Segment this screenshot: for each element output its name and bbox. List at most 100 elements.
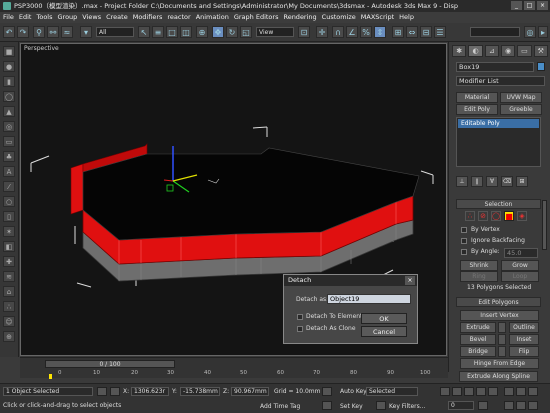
polygon-mode-icon[interactable]: ■	[504, 211, 514, 221]
hierarchy-tab-icon[interactable]: ⊿	[484, 45, 499, 57]
time-configuration-icon[interactable]	[478, 401, 488, 410]
bevel-settings-icon[interactable]	[498, 334, 506, 345]
by-angle-checkbox[interactable]	[461, 249, 467, 255]
select-and-move-icon[interactable]: ✥	[212, 26, 224, 38]
ignore-backfacing-checkbox[interactable]	[461, 238, 467, 244]
object-color-swatch[interactable]	[537, 62, 545, 71]
orbit-icon[interactable]	[528, 387, 538, 396]
set-key-icon[interactable]	[322, 401, 332, 410]
absolute-mode-icon[interactable]	[110, 387, 120, 396]
key-filters-icon[interactable]	[376, 401, 386, 410]
compound-icon[interactable]: ⊕	[3, 331, 15, 342]
menu-animation[interactable]: Animation	[196, 12, 229, 23]
quick-render-icon[interactable]: ▸	[538, 26, 548, 38]
cylinder-primitive-icon[interactable]: ▮	[3, 76, 15, 87]
add-time-tag[interactable]: Add Time Tag	[260, 403, 300, 410]
filter-icon[interactable]: ▾	[80, 26, 92, 38]
menu-group[interactable]: Group	[58, 12, 78, 23]
dialog-title-bar[interactable]: Detach ×	[284, 275, 417, 286]
remove-modifier-icon[interactable]: ⌫	[501, 176, 513, 187]
text-shape-icon[interactable]: A	[3, 166, 15, 177]
bind-space-warp-icon[interactable]: ≈	[61, 26, 73, 38]
menu-edit[interactable]: Edit	[19, 12, 32, 23]
modify-tab-icon[interactable]: ◐	[468, 45, 483, 57]
insert-vertex-button[interactable]: Insert Vertex	[460, 310, 539, 321]
select-and-scale-icon[interactable]: ◱	[240, 26, 252, 38]
key-mode-dropdown[interactable]: Selected	[366, 387, 418, 396]
named-selection-sets-dropdown[interactable]	[470, 27, 520, 37]
layer-manager-icon[interactable]: ☰	[434, 26, 446, 38]
utilities-tab-icon[interactable]: ⚒	[533, 45, 548, 57]
configure-sets-icon[interactable]: ⊞	[516, 176, 528, 187]
cancel-button[interactable]: Cancel	[361, 326, 407, 337]
inset-button[interactable]: Inset	[509, 334, 539, 345]
selection-rollout[interactable]: Selection	[456, 199, 541, 209]
current-frame-field[interactable]: 0	[448, 401, 474, 410]
play-icon[interactable]	[464, 387, 474, 396]
sphere-primitive-icon[interactable]: ●	[3, 61, 15, 72]
element-mode-icon[interactable]: ◈	[517, 211, 527, 221]
select-by-name-icon[interactable]: ≡	[152, 26, 164, 38]
material-button[interactable]: Material	[456, 92, 498, 103]
grow-button[interactable]: Grow	[501, 260, 539, 271]
snaps-toggle-icon[interactable]: ∩	[332, 26, 344, 38]
menu-help[interactable]: Help	[399, 12, 414, 23]
extrude-button[interactable]: Extrude	[460, 322, 496, 333]
light-icon[interactable]: ✶	[3, 226, 15, 237]
teapot-primitive-icon[interactable]: ♣	[3, 151, 15, 162]
z-coordinate-field[interactable]: 90.967mm	[231, 387, 269, 396]
spacewarp-icon[interactable]: ≋	[3, 271, 15, 282]
align-icon[interactable]: ⊟	[420, 26, 432, 38]
modifier-list-dropdown[interactable]: Modifier List	[456, 76, 545, 86]
x-coordinate-field[interactable]: 1306.623r	[131, 387, 169, 396]
key-mode-icon[interactable]	[322, 387, 332, 396]
spinner-snap-icon[interactable]: ⇕	[374, 26, 386, 38]
bevel-button[interactable]: Bevel	[460, 334, 496, 345]
particle-icon[interactable]: ∴	[3, 301, 15, 312]
close-button[interactable]: ×	[537, 1, 548, 10]
helper-icon[interactable]: ✚	[3, 256, 15, 267]
ok-button[interactable]: OK	[361, 313, 407, 324]
camera-icon[interactable]: ◧	[3, 241, 15, 252]
zoom-icon[interactable]	[504, 387, 514, 396]
selection-filter-dropdown[interactable]: All	[96, 27, 134, 37]
menu-rendering[interactable]: Rendering	[283, 12, 316, 23]
edit-polygons-rollout[interactable]: Edit Polygons	[456, 297, 541, 307]
pan-icon[interactable]	[516, 387, 526, 396]
reference-coordinate-dropdown[interactable]: View	[256, 27, 294, 37]
redo-icon[interactable]: ↷	[17, 26, 29, 38]
cone-primitive-icon[interactable]: ▲	[3, 106, 15, 117]
field-of-view-icon[interactable]	[504, 401, 514, 410]
bridge-button[interactable]: Bridge	[460, 346, 496, 357]
bone-icon[interactable]: ⌂	[3, 286, 15, 297]
motion-tab-icon[interactable]: ◉	[500, 45, 516, 57]
outline-button[interactable]: Outline	[509, 322, 539, 333]
border-mode-icon[interactable]: ◯	[491, 211, 501, 221]
shrink-button[interactable]: Shrink	[460, 260, 498, 271]
hinge-from-edge-button[interactable]: Hinge From Edge	[460, 358, 539, 369]
angle-snap-icon[interactable]: ∠	[346, 26, 358, 38]
menu-reactor[interactable]: reactor	[167, 12, 190, 23]
percent-snap-icon[interactable]: %	[360, 26, 372, 38]
show-end-result-icon[interactable]: ∥	[471, 176, 483, 187]
unlink-icon[interactable]: ⚯	[47, 26, 59, 38]
menu-tools[interactable]: Tools	[36, 12, 52, 23]
render-icon[interactable]: ◎	[524, 26, 536, 38]
line-shape-icon[interactable]: ⁄	[3, 181, 15, 192]
detach-as-clone-checkbox[interactable]	[297, 326, 303, 332]
window-crossing-icon[interactable]: ◫	[180, 26, 192, 38]
time-slider[interactable]: 0 / 100	[45, 360, 175, 368]
object-name-field[interactable]: Box19	[456, 62, 534, 72]
by-angle-spinner[interactable]: 45.0	[504, 248, 538, 258]
go-to-end-icon[interactable]	[488, 387, 498, 396]
plane-primitive-icon[interactable]: ▭	[3, 136, 15, 147]
create-tab-icon[interactable]: ✱	[452, 45, 467, 57]
edge-mode-icon[interactable]: ⊘	[478, 211, 488, 221]
select-object-icon[interactable]: ↖	[138, 26, 150, 38]
loop-button[interactable]: Loop	[501, 271, 539, 282]
bridge-settings-icon[interactable]	[498, 346, 506, 357]
maximize-viewport-icon[interactable]	[528, 401, 538, 410]
circle-shape-icon[interactable]: ○	[3, 196, 15, 207]
display-tab-icon[interactable]: ▭	[517, 45, 532, 57]
greeble-button[interactable]: Greeble	[500, 104, 542, 115]
